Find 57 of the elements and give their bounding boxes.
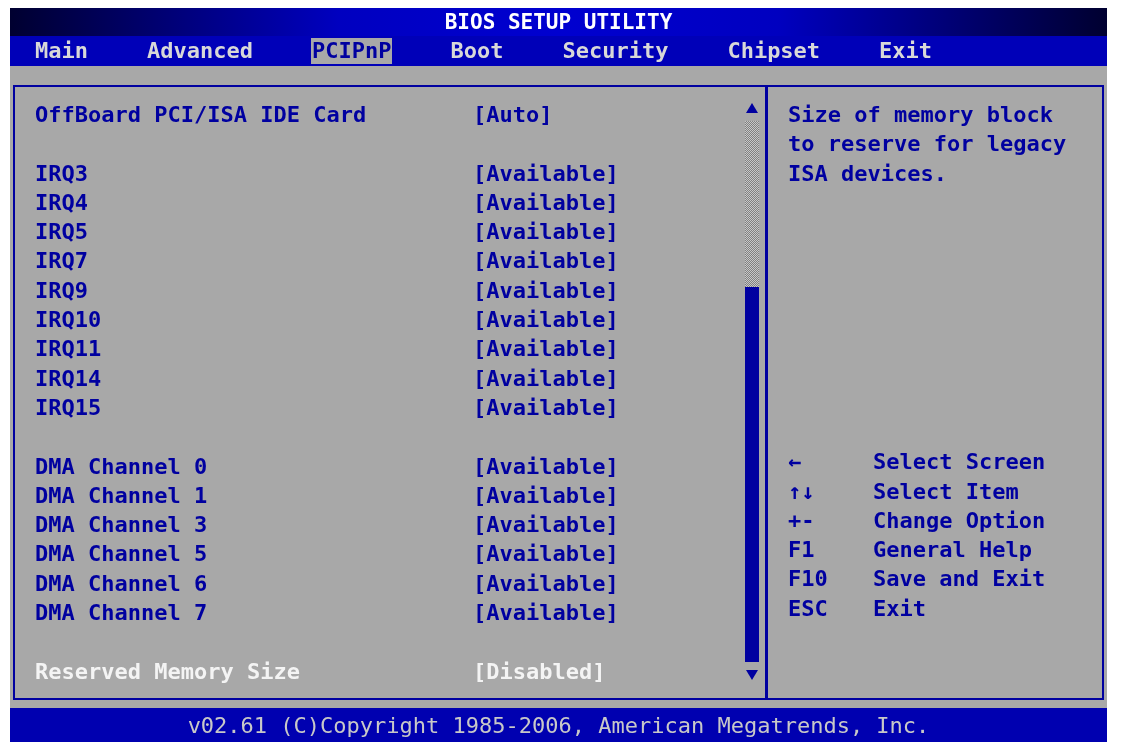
setting-value[interactable]: [Available] bbox=[473, 334, 619, 364]
key-action: General Help bbox=[873, 536, 1033, 565]
setting-label[interactable]: IRQ9 bbox=[35, 275, 473, 306]
setting-label[interactable]: IRQ5 bbox=[35, 217, 473, 247]
setting-value[interactable]: [Available] bbox=[473, 598, 619, 628]
setting-label[interactable]: DMA Channel 7 bbox=[35, 598, 473, 628]
scroll-up-icon[interactable] bbox=[746, 103, 758, 113]
key-label: F10 bbox=[788, 565, 829, 594]
setting-value[interactable]: [Available] bbox=[473, 539, 619, 569]
setting-value[interactable]: [Available] bbox=[473, 363, 619, 393]
setting-value[interactable]: [Available] bbox=[473, 246, 619, 276]
key-action: Change Option bbox=[873, 506, 1047, 535]
key-action: Exit bbox=[873, 594, 927, 623]
scrollbar[interactable] bbox=[745, 103, 759, 680]
setting-value[interactable]: [Available] bbox=[473, 187, 619, 218]
help-text: Size of memory block to reserve for legacy ISA devices. bbox=[788, 101, 1068, 188]
setting-label[interactable]: DMA Channel 3 bbox=[35, 510, 473, 540]
setting-label[interactable]: DMA Channel 5 bbox=[35, 539, 473, 569]
setting-label[interactable]: IRQ14 bbox=[35, 363, 473, 393]
setting-label[interactable]: IRQ15 bbox=[35, 392, 473, 423]
setting-value[interactable]: [Auto] bbox=[473, 100, 553, 130]
key-label: ↑↓ bbox=[788, 477, 816, 506]
setting-label[interactable]: IRQ4 bbox=[35, 187, 473, 218]
key-label: ESC bbox=[788, 594, 829, 623]
menu-tab[interactable]: Exit bbox=[878, 38, 934, 64]
setting-value[interactable]: [Available] bbox=[473, 451, 619, 481]
setting-value[interactable]: [Available] bbox=[473, 275, 619, 306]
setting-value[interactable]: [Available] bbox=[473, 217, 619, 247]
setting-value[interactable]: [Available] bbox=[473, 510, 619, 540]
setting-label[interactable]: DMA Channel 1 bbox=[35, 480, 473, 511]
scroll-down-icon[interactable] bbox=[746, 670, 758, 680]
key-action: Save and Exit bbox=[873, 565, 1047, 594]
setting-value[interactable]: [Available] bbox=[473, 568, 619, 599]
key-label: F1 bbox=[788, 536, 816, 565]
menu-tab[interactable]: Boot bbox=[449, 38, 505, 64]
setting-value[interactable]: [Available] bbox=[473, 480, 619, 511]
menu-tab[interactable]: Chipset bbox=[726, 38, 822, 64]
menu-tab[interactable]: Advanced bbox=[146, 38, 254, 64]
copyright-text: v02.61 (C)Copyright 1985-2006, American Megatrends, Inc. bbox=[187, 712, 930, 738]
menu-tab[interactable]: PCIPnP bbox=[310, 38, 393, 64]
menu-tab[interactable]: Security bbox=[561, 38, 670, 64]
key-label: +- bbox=[788, 506, 816, 535]
setting-label[interactable]: IRQ11 bbox=[35, 334, 473, 364]
setting-value[interactable]: [Available] bbox=[473, 158, 619, 188]
key-action: Select Item bbox=[873, 477, 1020, 506]
setting-value[interactable]: [Available] bbox=[473, 305, 619, 335]
window-title: BIOS SETUP UTILITY bbox=[444, 10, 673, 34]
setting-label[interactable]: IRQ3 bbox=[35, 158, 473, 188]
setting-label[interactable]: IRQ7 bbox=[35, 246, 473, 276]
setting-label[interactable]: IRQ10 bbox=[35, 305, 473, 335]
setting-label[interactable]: OffBoard PCI/ISA IDE Card bbox=[35, 100, 473, 130]
menu-tab[interactable]: Main bbox=[34, 38, 89, 64]
setting-value[interactable]: [Available] bbox=[473, 392, 619, 423]
setting-label[interactable]: DMA Channel 0 bbox=[35, 451, 473, 481]
key-action: Select Screen bbox=[873, 448, 1047, 477]
key-label: ← bbox=[788, 448, 803, 477]
setting-label[interactable]: DMA Channel 6 bbox=[35, 568, 473, 599]
